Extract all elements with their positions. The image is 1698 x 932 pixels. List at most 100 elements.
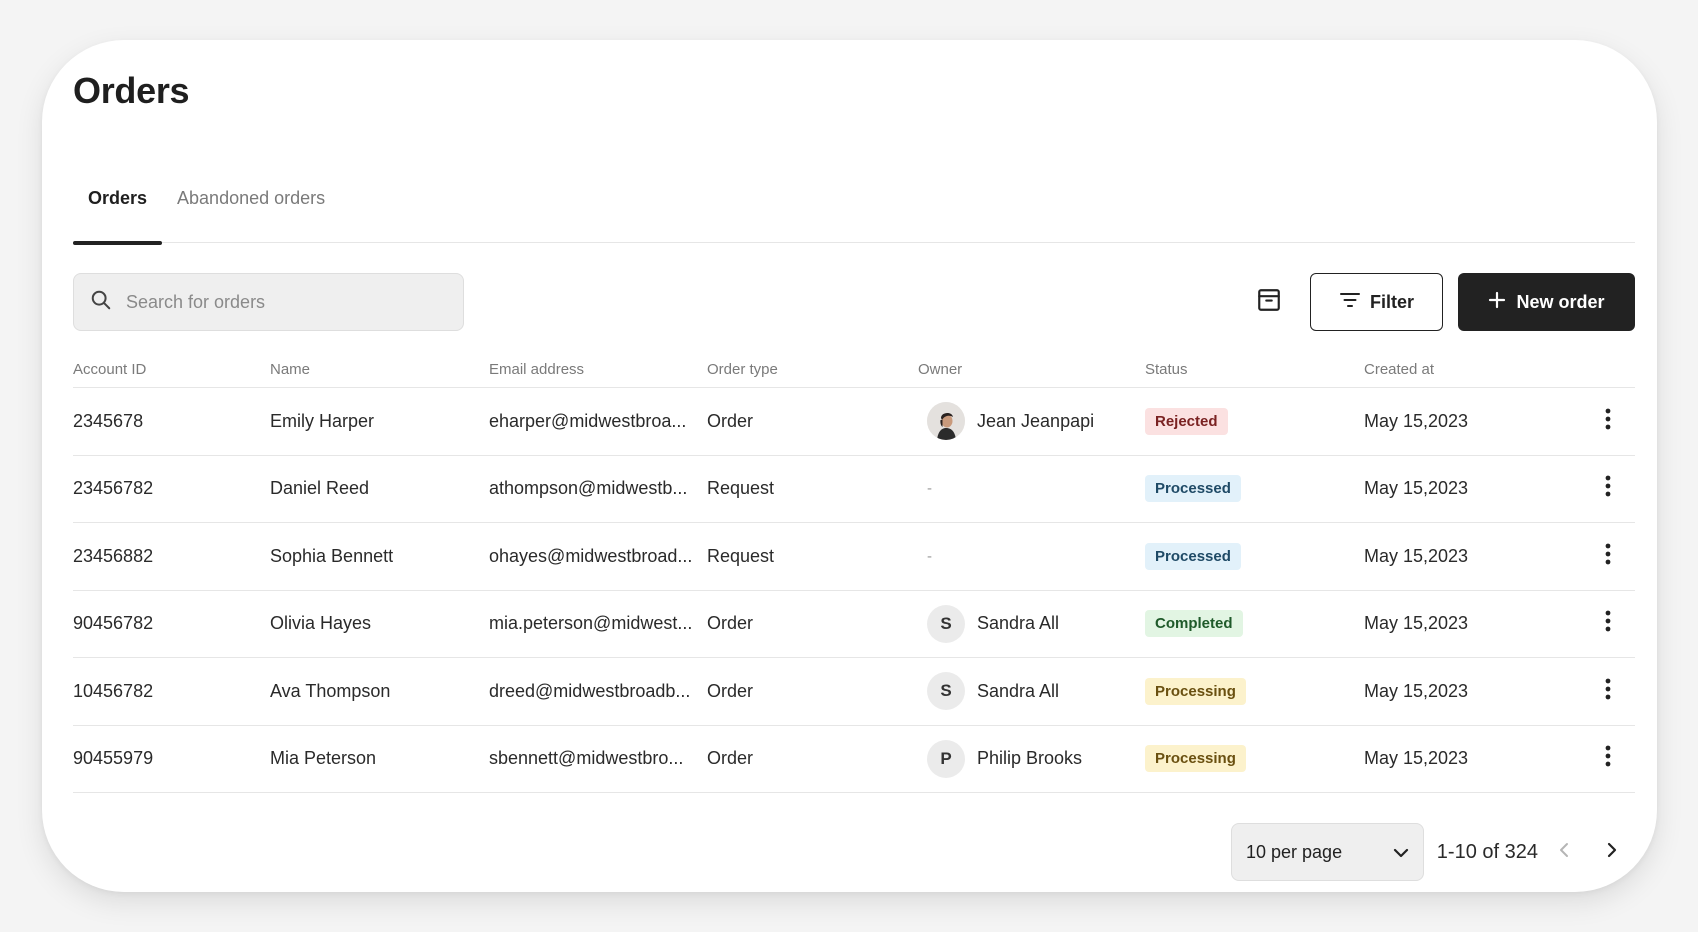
status-badge: Completed	[1145, 610, 1243, 638]
name-cell: Emily Harper	[270, 410, 375, 431]
table-row[interactable]: 2345678 Emily Harper eharper@midwestbroa…	[73, 388, 1635, 456]
owner-name: Jean Jeanpapi	[977, 410, 1095, 431]
page-title: Orders	[73, 70, 190, 111]
toolbar: Filter New order	[73, 273, 1635, 331]
owner-empty: -	[927, 480, 932, 498]
account-id-cell: 90456782	[73, 613, 154, 634]
account-id-cell: 90455979	[73, 748, 154, 769]
status-cell: Processed	[1145, 456, 1241, 523]
status-badge: Processed	[1145, 542, 1241, 570]
more-vertical-icon	[1605, 678, 1611, 705]
more-vertical-icon	[1605, 543, 1611, 570]
name-cell: Ava Thompson	[270, 680, 391, 701]
status-cell: Processed	[1145, 523, 1241, 590]
owner-cell: P Philip Brooks	[927, 726, 1082, 793]
next-page-button[interactable]	[1598, 838, 1626, 866]
owner-cell: Jean Jeanpapi	[927, 388, 1094, 455]
row-actions-button[interactable]	[1595, 591, 1621, 658]
search-icon	[90, 289, 112, 316]
plus-icon	[1488, 291, 1506, 314]
orders-panel: Orders Orders Abandoned orders Search fo…	[73, 40, 1635, 892]
table-row[interactable]: 90455979 Mia Peterson sbennett@midwestbr…	[73, 726, 1635, 793]
orders-card: Orders Orders Abandoned orders Search fo…	[42, 40, 1657, 892]
order-type-cell: Request	[707, 478, 775, 499]
page-range: 1-10 of 324	[1436, 840, 1538, 863]
status-cell: Processing	[1145, 726, 1246, 793]
created-at-cell: May 15,2023	[1364, 613, 1469, 634]
status-cell: Processing	[1145, 658, 1246, 725]
column-header-account-id: Account ID	[73, 361, 147, 378]
account-id-cell: 10456782	[73, 680, 154, 701]
owner-cell: -	[927, 456, 932, 523]
search-input[interactable]	[126, 291, 426, 313]
row-actions-button[interactable]	[1595, 388, 1621, 455]
previous-page-button[interactable]	[1550, 838, 1578, 866]
owner-name: Sandra All	[977, 613, 1060, 634]
status-cell: Rejected	[1145, 388, 1228, 455]
order-type-cell: Order	[707, 748, 754, 769]
email-cell: mia.peterson@midwest...	[489, 613, 693, 634]
created-at-cell: May 15,2023	[1364, 410, 1469, 431]
new-order-label: New order	[1516, 291, 1605, 312]
order-type-cell: Order	[707, 613, 754, 634]
email-cell: athompson@midwestb...	[489, 478, 688, 499]
column-header-status: Status	[1145, 361, 1188, 378]
email-cell: dreed@midwestbroadb...	[489, 680, 691, 701]
chevron-right-icon	[1607, 842, 1617, 863]
table-row[interactable]: 23456782 Daniel Reed athompson@midwestb.…	[73, 456, 1635, 523]
table-row[interactable]: 10456782 Ava Thompson dreed@midwestbroad…	[73, 658, 1635, 726]
per-page-label: 10 per page	[1246, 841, 1343, 862]
avatar	[927, 402, 965, 441]
row-actions-button[interactable]	[1595, 523, 1621, 590]
status-cell: Completed	[1145, 591, 1243, 658]
avatar: S	[927, 604, 965, 643]
row-actions-button[interactable]	[1595, 658, 1621, 725]
email-cell: ohayes@midwestbroad...	[489, 545, 693, 566]
status-badge: Processed	[1145, 475, 1241, 503]
owner-cell: S Sandra All	[927, 658, 1059, 725]
tab-orders[interactable]: Orders	[73, 154, 163, 245]
pagination: 10 per page 1-10 of 324	[73, 823, 1635, 881]
table-row[interactable]: 23456882 Sophia Bennett ohayes@midwestbr…	[73, 523, 1635, 591]
owner-name: Sandra All	[977, 680, 1060, 701]
order-type-cell: Order	[707, 410, 754, 431]
filter-button[interactable]: Filter	[1310, 273, 1443, 331]
created-at-cell: May 15,2023	[1364, 680, 1469, 701]
row-actions-button[interactable]	[1595, 726, 1621, 793]
per-page-select[interactable]: 10 per page	[1231, 823, 1424, 881]
avatar: S	[927, 672, 965, 711]
owner-cell: S Sandra All	[927, 591, 1059, 658]
chevron-down-icon	[1393, 842, 1409, 863]
email-cell: sbennett@midwestbro...	[489, 748, 684, 769]
table-header: Account ID Name Email address Order type…	[73, 350, 1635, 388]
tab-abandoned-orders[interactable]: Abandoned orders	[162, 154, 340, 243]
created-at-cell: May 15,2023	[1364, 478, 1469, 499]
owner-name: Philip Brooks	[977, 748, 1083, 769]
order-type-cell: Order	[707, 680, 754, 701]
account-id-cell: 2345678	[73, 410, 144, 431]
name-cell: Sophia Bennett	[270, 545, 394, 566]
column-header-owner: Owner	[918, 361, 963, 378]
email-cell: eharper@midwestbroa...	[489, 410, 687, 431]
new-order-button[interactable]: New order	[1458, 273, 1635, 331]
table-row[interactable]: 90456782 Olivia Hayes mia.peterson@midwe…	[73, 591, 1635, 658]
account-id-cell: 23456882	[73, 545, 154, 566]
row-actions-button[interactable]	[1595, 456, 1621, 523]
status-badge: Rejected	[1145, 407, 1228, 435]
owner-cell: -	[927, 523, 932, 590]
status-badge: Processing	[1145, 677, 1246, 705]
archive-button[interactable]	[1253, 286, 1285, 318]
column-header-created-at: Created at	[1364, 361, 1435, 378]
avatar: P	[927, 739, 965, 778]
filter-icon	[1339, 291, 1361, 314]
column-header-order-type: Order type	[707, 361, 778, 378]
order-type-cell: Request	[707, 545, 775, 566]
search-box[interactable]	[73, 273, 464, 331]
column-header-email: Email address	[489, 361, 585, 378]
archive-icon	[1256, 287, 1282, 318]
created-at-cell: May 15,2023	[1364, 748, 1469, 769]
owner-empty: -	[927, 547, 932, 565]
name-cell: Olivia Hayes	[270, 613, 372, 634]
name-cell: Daniel Reed	[270, 478, 370, 499]
more-vertical-icon	[1605, 745, 1611, 772]
